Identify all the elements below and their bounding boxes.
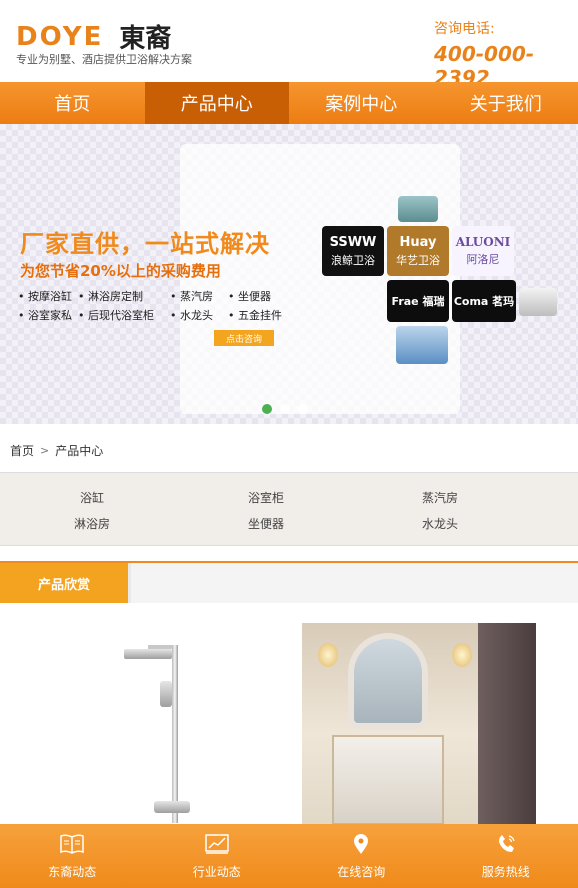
bottom-tab-label: 东裔动态 [48, 864, 97, 879]
category-item[interactable]: 浴室柜 [248, 489, 284, 506]
brand-logo-coma: Coma 茗玛 [452, 280, 516, 322]
wall-lamp-shape [318, 643, 338, 667]
brand-logo-aluoni: ALUONI 阿洛尼 [452, 226, 514, 276]
banner-product-image [398, 196, 438, 222]
banner-shower-backdrop [180, 144, 460, 414]
banner-slider[interactable]: 厂家直供，一站式解决 为您节省20%以上的采购费用 按摩浴缸 淋浴房定制 蒸汽房… [0, 124, 578, 424]
section-header: 产品欣赏 [0, 561, 578, 603]
slider-dot[interactable] [280, 404, 290, 414]
banner-feature: 浴室家私 [18, 307, 78, 323]
banner-headline: 厂家直供，一站式解决 [20, 230, 270, 258]
cabinet-shape [332, 735, 444, 825]
main-nav: 首页 产品中心 案例中心 关于我们 [0, 82, 578, 124]
book-icon [59, 833, 85, 855]
location-pin-icon [348, 833, 374, 855]
slogan: 专业为别墅、酒店提供卫浴解决方案 [16, 53, 192, 66]
wall-lamp-shape [452, 643, 472, 667]
category-item[interactable]: 淋浴房 [74, 515, 110, 532]
shower-head-shape [124, 649, 172, 659]
brand-logo-ssww: SSWW 浪鲸卫浴 [322, 226, 384, 276]
chart-icon [204, 833, 230, 855]
banner-feature: 水龙头 [170, 307, 228, 323]
nav-item-products[interactable]: 产品中心 [144, 82, 289, 124]
mirror-shape [348, 633, 428, 729]
hotline-label: 咨询电话: [434, 21, 495, 37]
category-item[interactable]: 水龙头 [422, 515, 458, 532]
section-header-bar [128, 563, 578, 603]
product-card-vanity[interactable] [302, 623, 536, 825]
banner-feature: 坐便器 [228, 288, 298, 304]
phone-icon [493, 833, 519, 855]
chevron-right-icon: > [40, 444, 50, 457]
category-item[interactable]: 蒸汽房 [422, 489, 458, 506]
category-item[interactable]: 浴缸 [80, 489, 104, 506]
brand-logo-frae: Frae 福瑞 [387, 280, 449, 322]
banner-product-image [396, 326, 448, 364]
bottom-tab-label: 服务热线 [481, 864, 530, 879]
breadcrumb-home[interactable]: 首页 [10, 442, 34, 459]
shower-pole-shape [172, 645, 178, 823]
banner-feature: 后现代浴室柜 [78, 307, 170, 323]
banner-feature: 淋浴房定制 [78, 288, 170, 304]
slider-dots [262, 404, 308, 414]
banner-feature-list: 按摩浴缸 淋浴房定制 蒸汽房 坐便器 浴室家私 后现代浴室柜 水龙头 五金挂件 [18, 288, 308, 323]
banner-product-image [519, 288, 557, 316]
bottom-tab-industry[interactable]: 行业动态 [145, 824, 290, 888]
banner-feature: 按摩浴缸 [18, 288, 78, 304]
bottom-tab-label: 在线咨询 [337, 864, 386, 879]
logo-cn: 東裔 [119, 24, 172, 54]
breadcrumb-current: 产品中心 [55, 444, 104, 458]
product-card-shower[interactable] [44, 623, 278, 825]
slider-dot[interactable] [298, 404, 308, 414]
breadcrumb: 首页 > 产品中心 [10, 442, 103, 459]
bottom-tab-news[interactable]: 东裔动态 [0, 824, 145, 888]
banner-feature: 五金挂件 [228, 307, 298, 323]
hand-shower-shape [160, 681, 172, 707]
curtain-shape [478, 623, 536, 825]
nav-item-cases[interactable]: 案例中心 [289, 82, 434, 124]
logo[interactable]: DOYE 東裔 [16, 18, 171, 55]
slider-dot-active[interactable] [262, 404, 272, 414]
brand-logo-huay: Huay 华艺卫浴 [387, 226, 449, 276]
banner-cta-button[interactable]: 点击咨询 [214, 330, 274, 346]
logo-en: DOYE [16, 21, 104, 52]
section-title: 产品欣赏 [0, 563, 128, 603]
category-item[interactable]: 坐便器 [248, 515, 284, 532]
bottom-tab-label: 行业动态 [192, 864, 241, 879]
bottom-tab-bar: 东裔动态 行业动态 在线咨询 服务热线 [0, 824, 578, 888]
banner-subheadline: 为您节省20%以上的采购费用 [20, 262, 221, 280]
nav-item-home[interactable]: 首页 [0, 82, 145, 124]
shower-valve-shape [154, 801, 190, 813]
bottom-tab-hotline[interactable]: 服务热线 [434, 824, 578, 888]
bottom-tab-consult[interactable]: 在线咨询 [289, 824, 434, 888]
header: DOYE 東裔 专业为别墅、酒店提供卫浴解决方案 咨询电话: 400-000-2… [0, 0, 578, 90]
nav-item-about[interactable]: 关于我们 [434, 82, 578, 124]
category-list: 浴缸 浴室柜 蒸汽房 淋浴房 坐便器 水龙头 [0, 472, 578, 546]
banner-feature: 蒸汽房 [170, 288, 228, 304]
